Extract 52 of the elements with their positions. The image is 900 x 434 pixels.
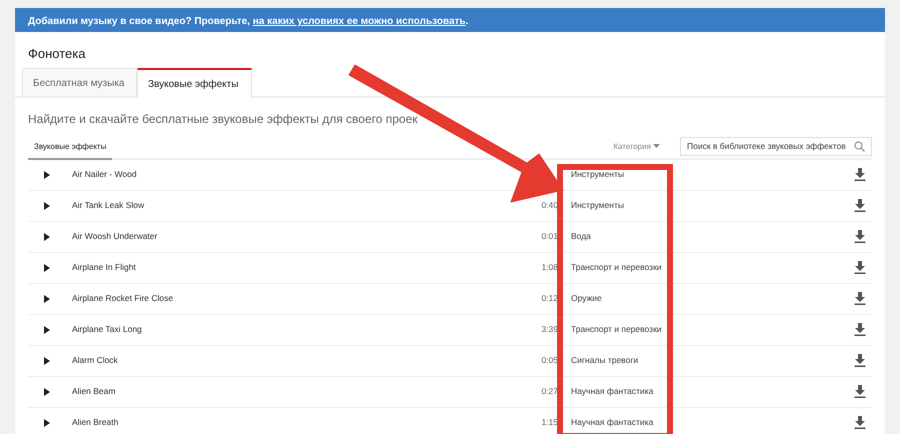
track-category: Оружие [571,293,602,304]
track-title: Airplane In Flight [72,262,136,272]
play-icon[interactable] [44,170,50,179]
play-icon[interactable] [44,356,50,365]
search-field[interactable]: Поиск в библиотеке звуковых эффектов [680,137,872,156]
download-icon[interactable] [854,354,866,368]
track-category: Транспорт и перевозки [571,262,662,272]
track-category: Научная фантастика [571,386,654,396]
track-category: Инструменты [571,169,624,180]
track-title: Airplane Rocket Fire Close [72,293,174,304]
search-icon[interactable] [854,141,865,152]
download-icon[interactable] [854,168,866,182]
track-duration: 0:05 [541,355,558,366]
play-icon[interactable] [44,202,50,210]
play-icon[interactable] [44,418,50,427]
track-duration: 0:12 [541,293,558,304]
play-icon[interactable] [44,294,50,303]
track-category: Инструменты [571,200,624,210]
page-heading: Найдите и скачайте бесплатные звуковые эффекты для своего проек [27,110,419,128]
track-category: Сигналы тревоги [571,355,638,366]
track-category: Вода [571,231,591,242]
track-title: Air Woosh Underwater [72,231,158,242]
tab[interactable]: Звуковые эффекты [137,68,252,98]
download-icon[interactable] [854,416,866,430]
track-title: Air Nailer - Wood [72,169,137,180]
download-icon[interactable] [854,261,866,274]
download-icon[interactable] [854,323,866,336]
track-duration: 0:27 [541,386,558,396]
play-icon[interactable] [44,388,50,396]
download-icon[interactable] [854,199,866,212]
notice-text: Добавили музыку в свое видео? Проверьте, на каких условиях ее можно использовать. [28,16,468,27]
page-title: Фонотека [27,45,86,63]
track-category: Научная фантастика [571,417,654,428]
track-title: Alien Breath [72,417,118,428]
track-duration: 0:01 [541,231,558,242]
subtab[interactable]: Звуковые эффекты [28,136,112,160]
tab[interactable]: Бесплатная музыка [22,68,137,96]
track-category: Транспорт и перевозки [571,324,662,334]
play-icon[interactable] [44,326,50,334]
category-dropdown[interactable]: Категория [613,140,660,152]
caret-icon [653,144,660,148]
download-icon[interactable] [854,292,866,306]
terms-link[interactable]: на каких условиях ее можно использовать [252,16,466,27]
track-title: Air Tank Leak Slow [72,200,144,210]
download-icon[interactable] [854,230,866,244]
play-icon[interactable] [44,232,50,241]
play-icon[interactable] [44,264,50,272]
track-duration: 1:15 [541,417,558,428]
track-title: Airplane Taxi Long [72,324,142,334]
download-icon[interactable] [854,385,866,398]
track-title: Alarm Clock [72,355,118,366]
track-title: Alien Beam [72,386,116,396]
